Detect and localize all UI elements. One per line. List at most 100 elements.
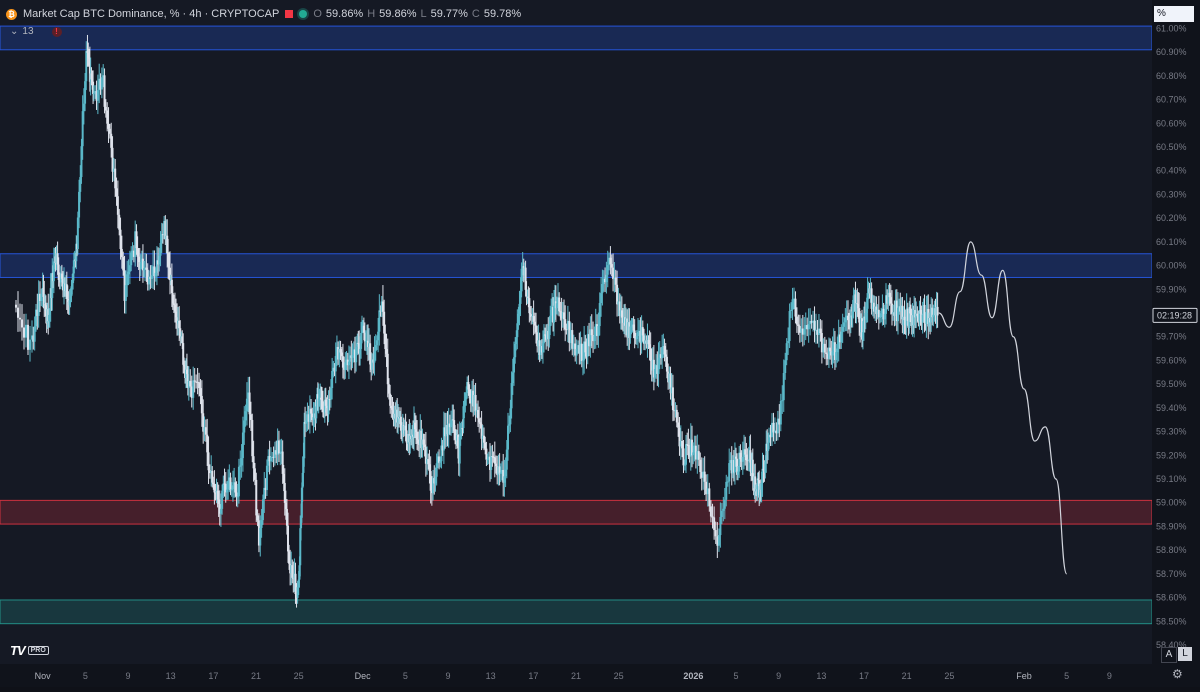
candle-body [193,380,196,382]
candle-body [836,348,839,353]
market-status-icon[interactable] [299,10,308,18]
candle-body [779,401,782,425]
candle-body [781,400,784,402]
x-tick-label: 9 [445,671,450,681]
candle-body [825,352,828,355]
candle-body [103,75,106,107]
candle-body [207,452,210,471]
y-tick-label: 61.00% [1156,23,1187,33]
candle-body [601,284,604,294]
candle-body [108,128,111,134]
chart-legend-header[interactable]: ₿ Market Cap BTC Dominance, % · 4h · CRY… [6,6,521,22]
candle-body [145,267,148,270]
y-tick-label: 59.00% [1156,498,1187,508]
candle-body [119,229,122,250]
x-tick-label: 5 [83,671,88,681]
candle-body [126,274,129,286]
candle-body [791,299,794,310]
x-tick-label: 21 [251,671,261,681]
candle-body [590,329,593,336]
ohlc-low-value: 59.77% [430,8,468,20]
candle-body [840,331,843,343]
candle-body [277,440,280,454]
candle-body [253,468,256,480]
y-tick-label: 59.20% [1156,450,1187,460]
candle-body [600,293,603,304]
y-tick-label: 60.70% [1156,95,1187,105]
error-icon[interactable]: ! [51,26,62,37]
candle-body [782,372,785,401]
candle-body [725,481,728,500]
x-tick-label: Nov [35,671,52,681]
flag-icon[interactable] [285,10,294,18]
x-tick-label: 17 [528,671,538,681]
price-countdown-label: 02:19:28 [1157,310,1192,320]
chart-svg[interactable]: 61.00% 60.90% 60.80% 60.70% 60.60% 60.50% 60.4… [0,0,1200,687]
y-tick-label: 60.40% [1156,166,1187,176]
y-tick-label: 59.50% [1156,379,1187,389]
candle-body [27,324,29,350]
candle-body [222,483,225,491]
tv-logo-icon: TV [10,643,26,658]
x-tick-label: 17 [208,671,218,681]
x-tick-label: 21 [902,671,912,681]
candle-body [728,463,731,482]
candle-body [15,304,17,308]
candle-body [279,453,282,455]
chart-area[interactable]: 61.00% 60.90% 60.80% 60.70% 60.60% 60.50% 60.4… [0,0,1200,687]
candle-body [788,311,791,342]
candle-body [719,517,722,536]
zone-demand-3 [0,599,1153,625]
price-scale-unit[interactable]: % [1154,6,1194,22]
candle-body [936,306,939,316]
candle-body [241,432,244,459]
candle-body [795,316,798,325]
candle-body [106,110,109,124]
candle-body [605,274,608,283]
auto-scale-button[interactable]: A [1161,647,1177,663]
candle-body [17,307,19,318]
chevron-down-icon[interactable]: ⌄ [10,26,18,37]
candle-body [813,320,816,330]
candle-body [237,466,240,497]
log-scale-button[interactable]: L [1178,647,1192,661]
candle-body [198,382,201,389]
candle-body [261,499,264,521]
candle-body [33,326,36,342]
candle-body [240,458,243,466]
candle-body [21,319,23,328]
x-tick-label: 5 [403,671,408,681]
candle-body [726,481,729,483]
y-tick-label: 60.30% [1156,189,1187,199]
candle-body [720,510,723,518]
x-tick-label: 25 [294,671,304,681]
candle-body [234,482,237,493]
candle-body [819,328,822,334]
candle-body [130,252,133,266]
tradingview-logo[interactable]: TV PRO [10,643,49,658]
candle-body [204,427,207,435]
indicator-toggle[interactable]: ⌄ 13 ! [10,26,62,37]
candle-body [616,284,619,305]
x-tick-label: 25 [944,671,954,681]
candle-body [84,81,87,104]
gear-icon[interactable]: ⚙ [1172,667,1183,681]
candle-body [114,168,117,189]
candle-body [96,90,99,101]
x-tick-label: 13 [486,671,496,681]
candle-body [699,459,702,473]
y-tick-label: 59.60% [1156,355,1187,365]
symbol-title[interactable]: Market Cap BTC Dominance, % · 4h · CRYPT… [23,8,279,20]
candle-body [260,520,263,528]
ohlc-close-key: C [471,8,480,20]
indicator-count[interactable]: 13 [22,26,33,37]
candle-body [199,388,202,396]
ohlc-high-value: 59.86% [379,8,417,20]
ohlc-open-key: O [313,8,322,20]
ohlc-high-key: H [367,8,376,20]
x-tick-label: 5 [1064,671,1069,681]
x-tick-label: 9 [1107,671,1112,681]
candle-body [697,451,700,460]
candle-body [708,488,711,507]
x-tick-label: 9 [776,671,781,681]
